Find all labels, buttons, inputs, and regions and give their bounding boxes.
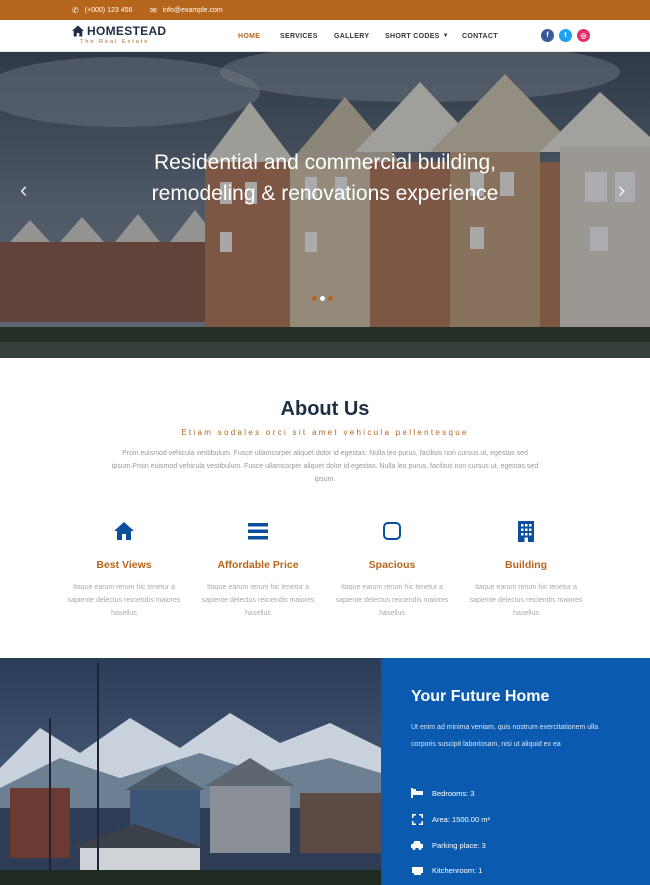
bars-icon: [248, 523, 268, 540]
hero-slider: Residential and commercial building, rem…: [0, 52, 650, 358]
area-icon: [411, 813, 423, 825]
home-icon: [114, 522, 134, 540]
future-home-panel: Your Future Home Ut enim ad minima venia…: [381, 658, 650, 885]
kitchen-icon: [411, 864, 423, 876]
future-home-image: [0, 658, 381, 885]
hero-heading-line-1: Residential and commercial building,: [153, 151, 496, 174]
feature-text: Itaque earum rerum hic tenetur a sapient…: [335, 584, 449, 617]
slide-dot-3[interactable]: [328, 296, 333, 301]
contact-phone[interactable]: ✆ (+000) 123 456: [72, 0, 132, 20]
feature-building: Building Itaque earum rerum hic tenetur …: [464, 520, 588, 620]
nav-home[interactable]: HOME: [238, 20, 260, 52]
phone-icon: ✆: [72, 5, 79, 15]
feature-spacious: Spacious Itaque earum rerum hic tenetur …: [330, 520, 454, 620]
phone-text: (+000) 123 456: [84, 6, 133, 14]
caret-down-icon: ▼: [442, 33, 449, 39]
site-header: HOMESTEAD The Real Estate HOME SERVICES …: [0, 20, 650, 52]
feature-text: Itaque earum rerum hic tenetur a sapient…: [67, 584, 181, 617]
detail-label: Bedrooms: 3: [432, 788, 475, 798]
feature-title: Building: [505, 559, 547, 571]
about-subtitle: Etiam sodales orci sit amet vehicula pel…: [181, 428, 469, 437]
building-icon: [518, 521, 534, 542]
top-bar: ✆ (+000) 123 456 ✉ info@example.com: [0, 0, 650, 20]
instagram-icon[interactable]: ◎: [577, 29, 590, 42]
feature-text: Itaque earum rerum hic tenetur a sapient…: [201, 584, 315, 617]
about-text: Proin euismod vehicula vestibulum. Fusce…: [111, 450, 539, 483]
envelope-icon: ✉: [150, 5, 157, 15]
nav-short-codes[interactable]: SHORT CODES ▼: [385, 20, 449, 52]
next-slide-arrow-icon[interactable]: ›: [618, 177, 625, 203]
square-icon: [383, 522, 401, 540]
nav-contact[interactable]: CONTACT: [462, 20, 498, 52]
feature-title: Spacious: [368, 559, 416, 571]
about-title: About Us: [280, 398, 370, 420]
car-icon: [411, 839, 423, 851]
town-mountain-photo: [0, 658, 381, 885]
detail-label: Area: 1500.00 m²: [432, 814, 490, 824]
slide-dot-1[interactable]: [312, 296, 317, 301]
detail-label: Parking place: 3: [432, 840, 486, 850]
hero-heading-line-2: remodeling & renovations experience: [151, 182, 499, 205]
slide-dot-2[interactable]: [320, 296, 325, 301]
feature-text: Itaque earum rerum hic tenetur a sapient…: [469, 584, 583, 617]
slider-dots: [312, 296, 333, 301]
detail-area: Area: 1500.00 m²: [411, 812, 490, 826]
twitter-icon[interactable]: t: [559, 29, 572, 42]
detail-bedrooms: Bedrooms: 3: [411, 786, 475, 800]
detail-parking: Parking place: 3: [411, 838, 486, 852]
facebook-icon[interactable]: f: [541, 29, 554, 42]
bed-icon: [411, 787, 423, 799]
feature-title: Best Views: [96, 559, 152, 571]
prev-slide-arrow-icon[interactable]: ‹: [20, 177, 27, 203]
future-home-title: Your Future Home: [411, 688, 550, 705]
feature-title: Affordable Price: [217, 559, 299, 571]
email-text: info@example.com: [162, 6, 223, 14]
nav-gallery[interactable]: GALLERY: [334, 20, 369, 52]
future-home-text: Ut enim ad minima veniam, quis nostrum e…: [411, 724, 599, 748]
detail-kitchen: Kitchenroom: 1: [411, 863, 482, 877]
detail-label: Kitchenroom: 1: [432, 865, 483, 875]
contact-email[interactable]: ✉ info@example.com: [150, 0, 223, 20]
feature-best-views: Best Views Itaque earum rerum hic tenetu…: [62, 520, 186, 620]
feature-affordable-price: Affordable Price Itaque earum rerum hic …: [196, 520, 320, 620]
nav-services[interactable]: SERVICES: [280, 20, 318, 52]
